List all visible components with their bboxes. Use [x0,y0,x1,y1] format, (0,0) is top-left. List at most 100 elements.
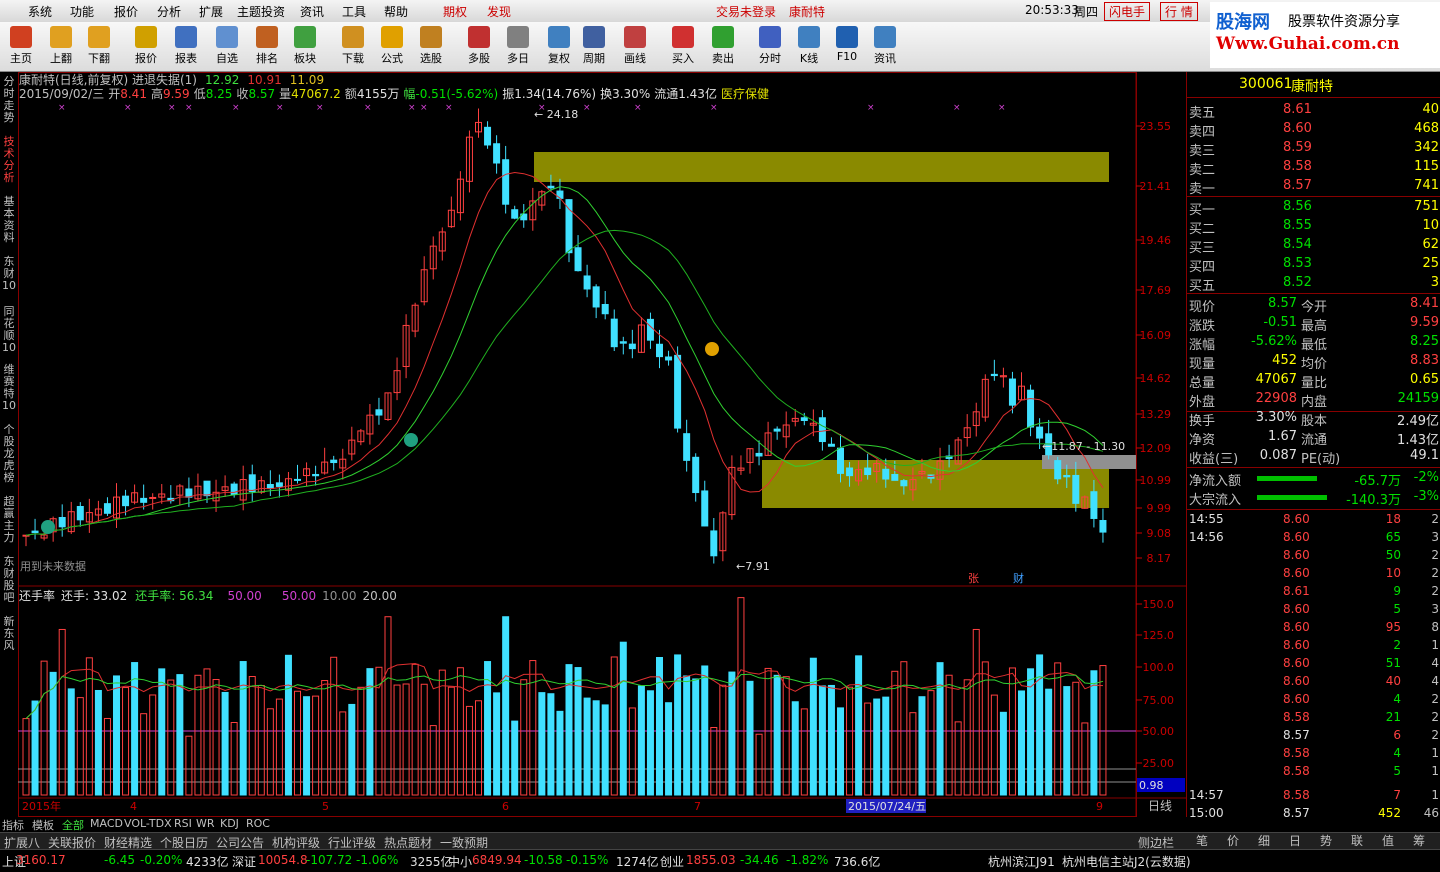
quote-tab[interactable]: 值 [1382,832,1394,849]
event-marker-zhang[interactable]: 张 [968,572,979,585]
menu-quote[interactable]: 报价 [114,3,138,20]
leftnav-item-8[interactable]: 东财股吧 [1,556,17,612]
page-down-button[interactable]: 下翻 [80,24,118,69]
tab-wr[interactable]: WR [196,817,215,830]
sell-signal-icon[interactable] [705,342,719,356]
candle-body [1036,426,1044,439]
menu-extend[interactable]: 扩展 [199,3,223,20]
candle-body [818,417,826,443]
period-button[interactable]: 周期 [575,24,613,69]
kline-chart-svg[interactable]: 康耐特(日线,前复权) 进退失据(1) 12.92 10.91 11.092015/0… [18,72,1186,817]
marker-x-icon: × [185,103,193,113]
candle-body [710,530,718,557]
leftnav-item-5[interactable]: 维赛特10 [1,364,17,418]
ranking-button[interactable]: 排名 [248,24,286,69]
turnover-bar [348,703,356,796]
intraday-button[interactable]: 分时 [751,24,789,69]
info-icon [874,26,896,48]
download-button[interactable]: 下载 [334,24,372,69]
turnover-bar [475,700,482,796]
turnover-tick-label: 25.00 [1143,757,1175,770]
stat-label: PE(动) [1301,452,1341,467]
menu-tools[interactable]: 工具 [342,3,366,20]
quote-tab[interactable]: 笔 [1196,832,1208,849]
turnover-bar [103,717,111,796]
leftnav-item-7[interactable]: 超赢主力 [1,496,17,552]
adjust-button[interactable]: 复权 [540,24,578,69]
screener-button[interactable]: 选股 [412,24,450,69]
price-button[interactable]: 报价 [127,24,165,69]
tab-macd[interactable]: MACD [90,817,123,830]
draw-line-button[interactable]: 画线 [616,24,654,69]
chart-area: 康耐特(日线,前复权) 进退失据(1) 12.92 10.91 11.09 2015/0… [18,72,1186,817]
home-button[interactable]: 主页 [2,24,40,69]
info-button[interactable]: 资讯 [866,24,904,69]
tick-price: 8.58 [1283,764,1310,778]
tick-volume: 65 [1385,530,1401,544]
candle-body [1090,491,1098,519]
sector-button[interactable]: 板块 [286,24,324,69]
tab-指标[interactable]: 指标 [2,817,24,833]
quote-button[interactable]: 行 情 [1160,2,1198,21]
watchlist-button[interactable]: 自选 [208,24,246,69]
quote-tab[interactable]: 势 [1320,832,1332,849]
tab-roc[interactable]: ROC [246,817,270,830]
period-label[interactable]: 日线 [1148,799,1172,813]
tab-vol-tdx[interactable]: VOL-TDX [124,817,172,830]
menu-discover[interactable]: 发现 [487,3,511,20]
bid-label: 买三 [1189,241,1216,256]
turnover-bar [909,712,917,796]
draw-line-icon [624,26,646,48]
leftnav-item-0[interactable]: 分时走势 [1,76,17,132]
x-axis-label: 2015年 [22,799,61,813]
leftnav-item-9[interactable]: 新东风 [1,616,17,656]
menu-analysis[interactable]: 分析 [157,3,181,20]
menu-theme[interactable]: 主题投资 [237,3,285,20]
menu-help[interactable]: 帮助 [384,3,408,20]
tick-price: 8.60 [1283,638,1310,652]
leftnav-item-2[interactable]: 基本资料 [1,196,17,252]
quote-tab[interactable]: 细 [1258,832,1270,849]
tab-rsi[interactable]: RSI [174,817,192,830]
kline-button[interactable]: K线 [790,24,828,69]
sell-button[interactable]: 卖出 [704,24,742,69]
leftnav-item-3[interactable]: 东财10 [1,256,17,302]
quote-tab[interactable]: 日 [1289,832,1301,849]
multi-stock-button[interactable]: 多股 [460,24,498,69]
turnover-bar [710,727,718,796]
f10-button[interactable]: F10 [828,24,866,69]
tab-kdj[interactable]: KDJ [220,817,239,830]
menu-system[interactable]: 系统 [28,3,52,20]
ask-label: 卖五 [1189,106,1216,121]
menu-info[interactable]: 资讯 [300,3,324,20]
menu-options[interactable]: 期权 [443,3,467,20]
home-label: 主页 [10,52,32,65]
price-tick-label: 19.46 [1140,234,1172,247]
stat-value: 8.25 [1410,334,1439,349]
quote-tab[interactable]: 价 [1227,832,1239,849]
stat-value: 8.57 [1268,296,1297,311]
leftnav-item-4[interactable]: 同花顺10 [1,306,17,360]
stat-label: 涨幅 [1189,338,1216,353]
turnover-bar [221,691,229,796]
menu-function[interactable]: 功能 [70,3,94,20]
event-marker-cai[interactable]: 财 [1013,571,1024,585]
formula-button[interactable]: 公式 [373,24,411,69]
tab-模板[interactable]: 模板 [32,817,54,833]
buy-signal-icon[interactable] [404,433,418,447]
report-button[interactable]: 报表 [167,24,205,69]
buy-signal-icon[interactable] [41,520,55,534]
quote-tab[interactable]: 联 [1351,832,1363,849]
buy-button[interactable]: 买入 [664,24,702,69]
stat-value: 0.087 [1259,448,1297,463]
tab-全部[interactable]: 全部 [62,817,84,833]
multi-day-button[interactable]: 多日 [499,24,537,69]
tick-count: 1 [1431,788,1439,802]
candle-body [103,503,111,514]
leftnav-item-6[interactable]: 个股龙虎榜 [1,424,17,492]
flash-trade-button[interactable]: 闪电手 [1104,2,1151,21]
page-up-button[interactable]: 上翻 [42,24,80,69]
leftnav-item-1[interactable]: 技术分析 [1,136,17,192]
turnover-bar [1099,665,1107,796]
quote-tab[interactable]: 筹 [1413,832,1425,849]
